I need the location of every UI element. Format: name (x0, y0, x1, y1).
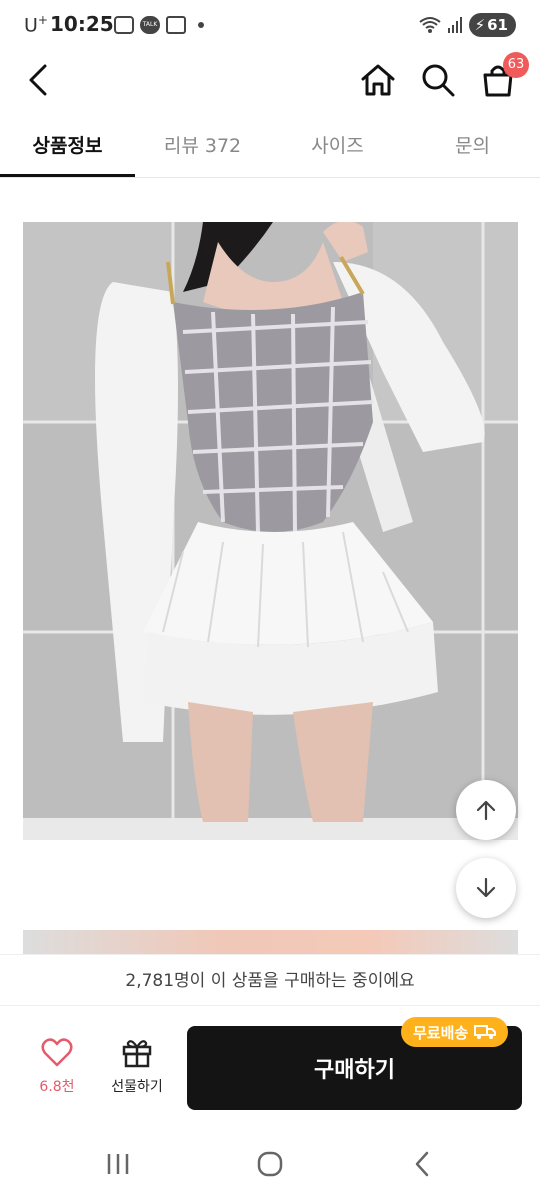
purchase-activity-banner: 2,781명이 이 상품을 구매하는 중이에요 (0, 954, 540, 1006)
like-count: 6.8천 (39, 1079, 75, 1095)
delivery-truck-icon (474, 1025, 497, 1039)
kakaotalk-icon: TALK (140, 16, 160, 34)
tab-product-info[interactable]: 상품정보 (0, 118, 135, 177)
home-button[interactable] (356, 58, 400, 102)
wifi-icon (418, 17, 441, 33)
home-icon (361, 64, 395, 96)
back-button[interactable] (16, 58, 60, 102)
recent-apps-button[interactable] (88, 1144, 148, 1184)
tab-size[interactable]: 사이즈 (270, 118, 405, 177)
free-shipping-tag: 무료배송 (401, 1017, 509, 1047)
status-right: ⚡ 61 (418, 13, 516, 37)
scroll-bottom-button[interactable] (456, 858, 516, 918)
search-icon (422, 64, 455, 97)
tab-inquiry[interactable]: 문의 (405, 118, 540, 177)
status-bar: U+ 10:25 TALK ⚡ 61 (0, 0, 540, 50)
product-photo-illustration (23, 222, 518, 840)
cart-count-badge: 63 (503, 52, 529, 78)
tab-reviews[interactable]: 리뷰 372 (135, 118, 270, 177)
heart-icon (41, 1038, 73, 1067)
cart-icon (166, 16, 186, 34)
signal-icon (447, 17, 462, 33)
gift-label: 선물하기 (111, 1079, 163, 1095)
product-image (23, 222, 518, 840)
carrier-label: U+ (24, 13, 48, 37)
system-home-button[interactable] (240, 1144, 300, 1184)
gift-icon (122, 1040, 152, 1068)
battery-indicator: ⚡ 61 (468, 13, 516, 37)
notification-icons: TALK (114, 15, 204, 35)
free-shipping-label: 무료배송 (413, 1023, 469, 1042)
chevron-left-icon (415, 1151, 429, 1177)
arrow-down-icon (476, 877, 496, 898)
recent-apps-icon (107, 1154, 129, 1174)
scroll-top-button[interactable] (456, 780, 516, 840)
system-back-button[interactable] (392, 1144, 452, 1184)
battery-level: 61 (487, 16, 508, 34)
search-button[interactable] (416, 58, 460, 102)
charging-bolt-icon: ⚡ (474, 16, 486, 34)
arrow-up-icon (476, 800, 496, 821)
status-time: 10:25 (50, 12, 114, 36)
like-button[interactable]: 6.8천 (22, 1038, 92, 1108)
circle-home-icon (257, 1151, 283, 1177)
gift-button[interactable]: 선물하기 (100, 1038, 174, 1108)
more-notifications-dot (198, 22, 204, 28)
chevron-left-icon (29, 64, 47, 96)
top-bar (0, 50, 540, 110)
next-product-image (23, 930, 518, 954)
product-tabs: 상품정보 리뷰 372 사이즈 문의 (0, 118, 540, 178)
system-navigation-bar (0, 1126, 540, 1200)
gallery-icon (114, 16, 134, 34)
